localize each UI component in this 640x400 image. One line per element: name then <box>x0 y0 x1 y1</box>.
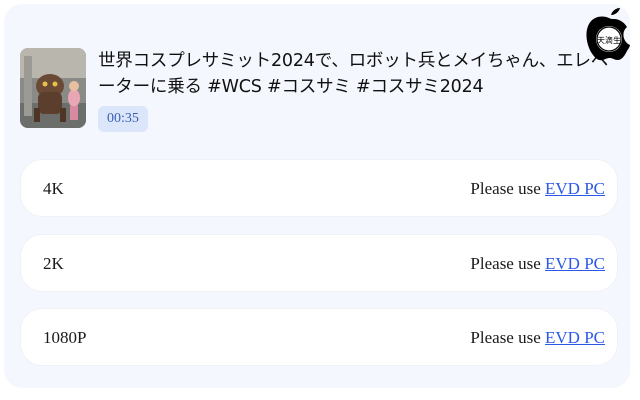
evd-pc-link[interactable]: EVD PC <box>545 254 605 273</box>
video-card: 世界コスプレサミット2024で、ロボット兵とメイちゃん、エレベーターに乗る #W… <box>4 4 630 388</box>
download-row-1080p: 1080P Please use EVD PC <box>20 308 618 366</box>
download-note: Please use EVD PC <box>470 235 605 293</box>
video-title: 世界コスプレサミット2024で、ロボット兵とメイちゃん、エレベーターに乗る #W… <box>98 51 609 97</box>
video-header: 世界コスプレサミット2024で、ロボット兵とメイちゃん、エレベーターに乗る #W… <box>20 48 620 134</box>
download-note: Please use EVD PC <box>470 309 605 367</box>
quality-label: 2K <box>43 254 64 273</box>
quality-label: 1080P <box>43 328 87 347</box>
download-note: Please use EVD PC <box>470 160 605 218</box>
note-text: Please use <box>470 328 541 347</box>
apple-logo-icon: 天滴生 <box>576 2 640 64</box>
note-text: Please use <box>470 179 541 198</box>
duration-badge: 00:35 <box>98 106 148 132</box>
evd-pc-link[interactable]: EVD PC <box>545 179 605 198</box>
thumbnail-image <box>20 48 86 128</box>
quality-label: 4K <box>43 179 64 198</box>
note-text: Please use <box>470 254 541 273</box>
download-row-2k: 2K Please use EVD PC <box>20 234 618 292</box>
evd-pc-link[interactable]: EVD PC <box>545 328 605 347</box>
video-thumbnail[interactable] <box>20 48 86 128</box>
download-row-4k: 4K Please use EVD PC <box>20 159 618 217</box>
watermark-text: 天滴生 <box>597 35 621 45</box>
